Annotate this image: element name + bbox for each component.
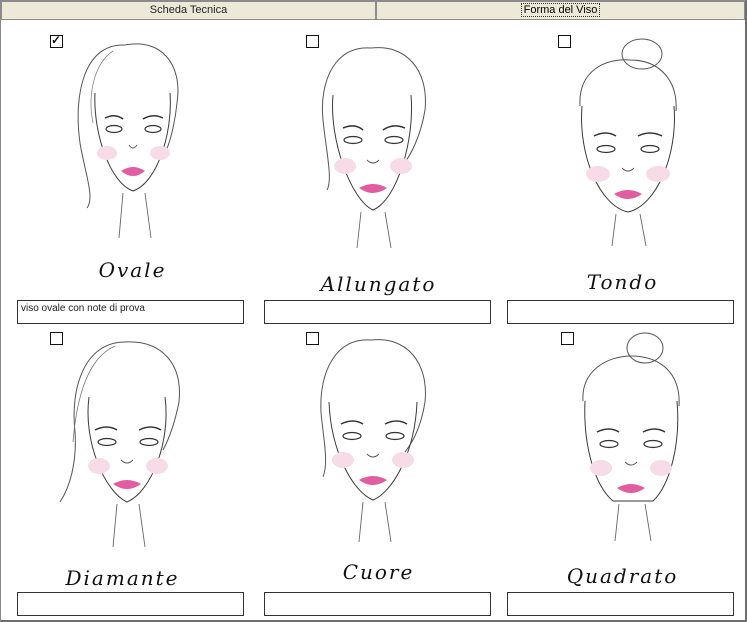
shape-label-allungato: Allungato — [320, 272, 437, 296]
face-illustration-ovale — [77, 43, 179, 239]
shape-card-ovale: ✓ Ovale viso ovale con note di prova — [10, 28, 255, 328]
face-illustration-quadrato — [582, 332, 680, 542]
shape-label-tondo: Tondo — [586, 270, 659, 294]
shape-note-diamante[interactable] — [17, 592, 244, 616]
tab-forma-del-viso[interactable]: Forma del Viso — [376, 1, 745, 20]
face-illustration-tondo — [579, 38, 677, 247]
check-icon: ✓ — [51, 33, 62, 47]
shape-label-quadrato: Quadrato — [566, 564, 679, 588]
shape-card-tondo: Tondo — [500, 28, 745, 328]
tab-scheda-tecnica[interactable]: Scheda Tecnica — [1, 1, 376, 20]
shape-label-diamante: Diamante — [65, 566, 180, 590]
shape-label-cuore: Cuore — [342, 560, 415, 584]
shape-note-quadrato[interactable] — [507, 592, 734, 616]
face-illustration-diamante — [59, 341, 180, 548]
tab-bar: Scheda Tecnica Forma del Viso — [1, 1, 745, 20]
shape-card-quadrato: Quadrato — [500, 320, 745, 620]
shape-card-diamante: Diamante — [10, 320, 255, 620]
shape-label-ovale: Ovale — [98, 258, 167, 282]
face-illustration-cuore — [320, 339, 426, 543]
shape-checkbox-ovale[interactable]: ✓ — [50, 33, 63, 48]
shape-note-cuore[interactable] — [264, 592, 491, 616]
shape-card-allungato: Allungato — [256, 28, 501, 328]
shape-card-cuore: Cuore — [256, 320, 501, 620]
face-illustration-allungato — [321, 47, 426, 249]
